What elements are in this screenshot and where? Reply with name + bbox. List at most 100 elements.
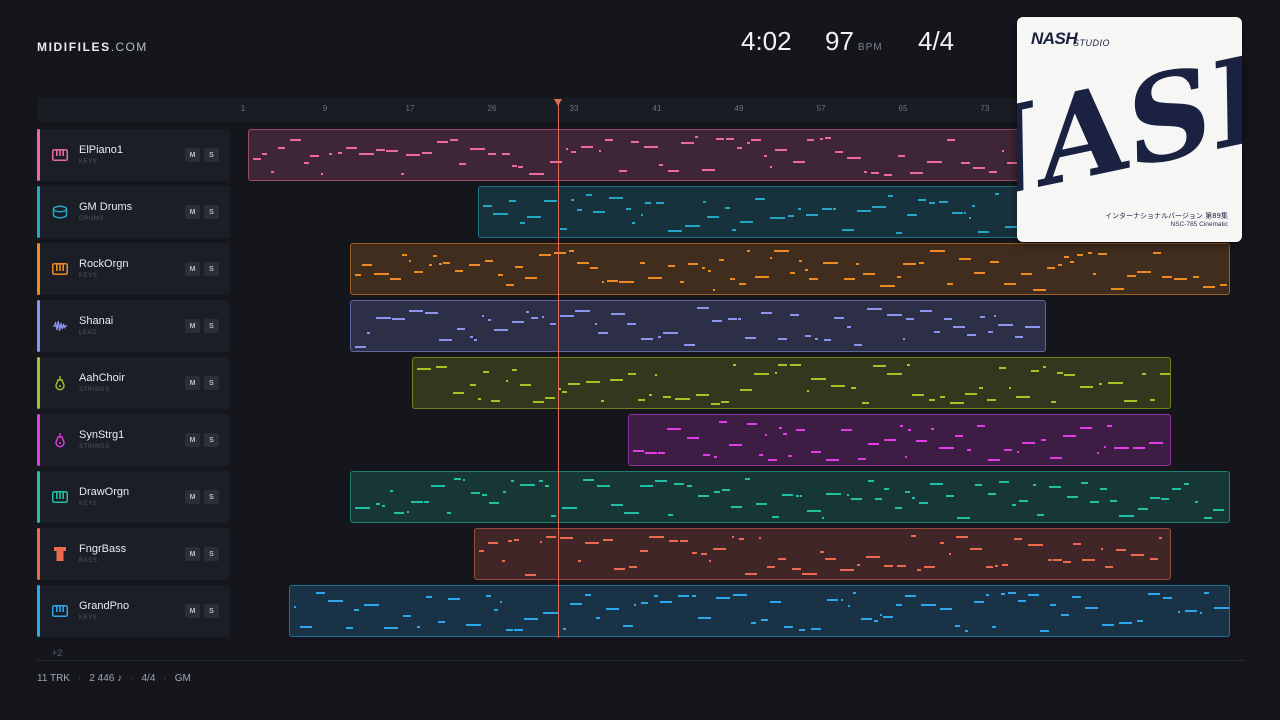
midi-note (619, 281, 634, 283)
ruler-tick: 57 (816, 104, 826, 113)
midi-note (1028, 594, 1039, 596)
midi-note (304, 162, 309, 164)
midi-note (851, 498, 862, 500)
midi-note (515, 266, 523, 268)
midi-note (1114, 447, 1129, 449)
track-header-gm-drums[interactable]: GM Drums DRUMS M S (37, 186, 230, 238)
mute-button[interactable]: M (185, 376, 200, 390)
midi-note (1031, 370, 1039, 372)
midi-note (382, 505, 385, 507)
choir-instrument-icon (52, 375, 68, 391)
midi-note (520, 222, 525, 224)
playhead-handle[interactable] (554, 99, 562, 106)
midi-note (1067, 496, 1078, 498)
midi-note (747, 423, 757, 425)
solo-button[interactable]: S (204, 604, 219, 618)
midi-note (856, 263, 859, 265)
midi-note (1004, 449, 1012, 451)
clip-region[interactable] (350, 300, 1046, 352)
mute-button[interactable]: M (185, 490, 200, 504)
track-header-elpiano1[interactable]: ElPiano1 KEYS M S (37, 129, 230, 181)
midi-note (668, 265, 675, 267)
track-count: 11 TRK (37, 673, 70, 684)
more-tracks-indicator[interactable]: +2 (52, 648, 62, 658)
track-header-synstrg1[interactable]: SynStrg1 STRINGS M S (37, 414, 230, 466)
solo-button[interactable]: S (204, 262, 219, 276)
midi-note (433, 255, 437, 257)
midi-note (1040, 630, 1049, 632)
midi-note (414, 271, 423, 273)
midi-note (506, 629, 513, 631)
mute-button[interactable]: M (185, 205, 200, 219)
mute-button[interactable]: M (185, 547, 200, 561)
midi-note (895, 507, 902, 509)
midi-note (702, 169, 715, 171)
clip-region[interactable] (289, 585, 1230, 637)
midi-note (402, 254, 407, 256)
midi-note (660, 601, 672, 603)
midi-note (674, 483, 684, 485)
midi-note (417, 626, 420, 628)
midi-note (912, 394, 924, 396)
clip-region[interactable] (350, 471, 1230, 523)
track-header-rockorgn[interactable]: RockOrgn KEYS M S (37, 243, 230, 295)
midi-note (725, 207, 730, 209)
midi-note (972, 205, 975, 207)
clip-region[interactable] (248, 129, 1040, 181)
midi-note (554, 252, 566, 254)
midi-note (1012, 504, 1016, 506)
midi-note (698, 495, 709, 497)
track-header-fngrbass[interactable]: FngrBass BASS M S (37, 528, 230, 580)
midi-note (867, 308, 882, 310)
mute-button[interactable]: M (185, 148, 200, 162)
solo-button[interactable]: S (204, 319, 219, 333)
solo-button[interactable]: S (204, 433, 219, 447)
midi-note (485, 260, 493, 262)
midi-note (678, 595, 689, 597)
solo-button[interactable]: S (204, 205, 219, 219)
mute-button[interactable]: M (185, 604, 200, 618)
footer-stats: 11 TRK · 2 446 ♪ · 4/4 · GM (37, 673, 191, 684)
separator-dot: · (77, 673, 82, 684)
midi-note (1047, 267, 1055, 269)
midi-note (733, 364, 736, 366)
midi-note (688, 263, 698, 265)
track-category: STRINGS (79, 387, 110, 393)
midi-note (1111, 288, 1124, 290)
midi-note (641, 214, 643, 216)
midi-note (577, 209, 582, 211)
solo-button[interactable]: S (204, 148, 219, 162)
track-header-aahchoir[interactable]: AahChoir STRINGS M S (37, 357, 230, 409)
midi-note (512, 321, 524, 323)
mute-button[interactable]: M (185, 433, 200, 447)
mute-button[interactable]: M (185, 262, 200, 276)
track-header-grandpno[interactable]: GrandPno KEYS M S (37, 585, 230, 637)
midi-note (703, 201, 706, 203)
midi-note (355, 274, 361, 276)
midi-note (1203, 286, 1215, 288)
midi-note (602, 281, 604, 283)
midi-note (520, 484, 535, 486)
solo-button[interactable]: S (204, 547, 219, 561)
midi-note (606, 608, 619, 610)
clip-region[interactable] (412, 357, 1171, 409)
midi-note (1050, 604, 1056, 606)
track-header-shanai[interactable]: Shanai LEAD M S (37, 300, 230, 352)
clip-region[interactable] (628, 414, 1171, 466)
solo-button[interactable]: S (204, 490, 219, 504)
clip-region[interactable] (478, 186, 1040, 238)
clip-region[interactable] (474, 528, 1171, 580)
midi-note (645, 202, 651, 204)
midi-note (539, 254, 551, 256)
clip-region[interactable] (350, 243, 1230, 295)
midi-note (1049, 486, 1061, 488)
midi-note (624, 512, 639, 514)
midi-note (1061, 614, 1069, 616)
solo-button[interactable]: S (204, 376, 219, 390)
midi-note (751, 139, 761, 141)
album-catalog: NSC-785 Cinematic (1170, 221, 1228, 228)
playhead[interactable] (558, 100, 559, 638)
track-header-draworgn[interactable]: DrawOrgn KEYS M S (37, 471, 230, 523)
mute-button[interactable]: M (185, 319, 200, 333)
midi-note (658, 336, 661, 338)
